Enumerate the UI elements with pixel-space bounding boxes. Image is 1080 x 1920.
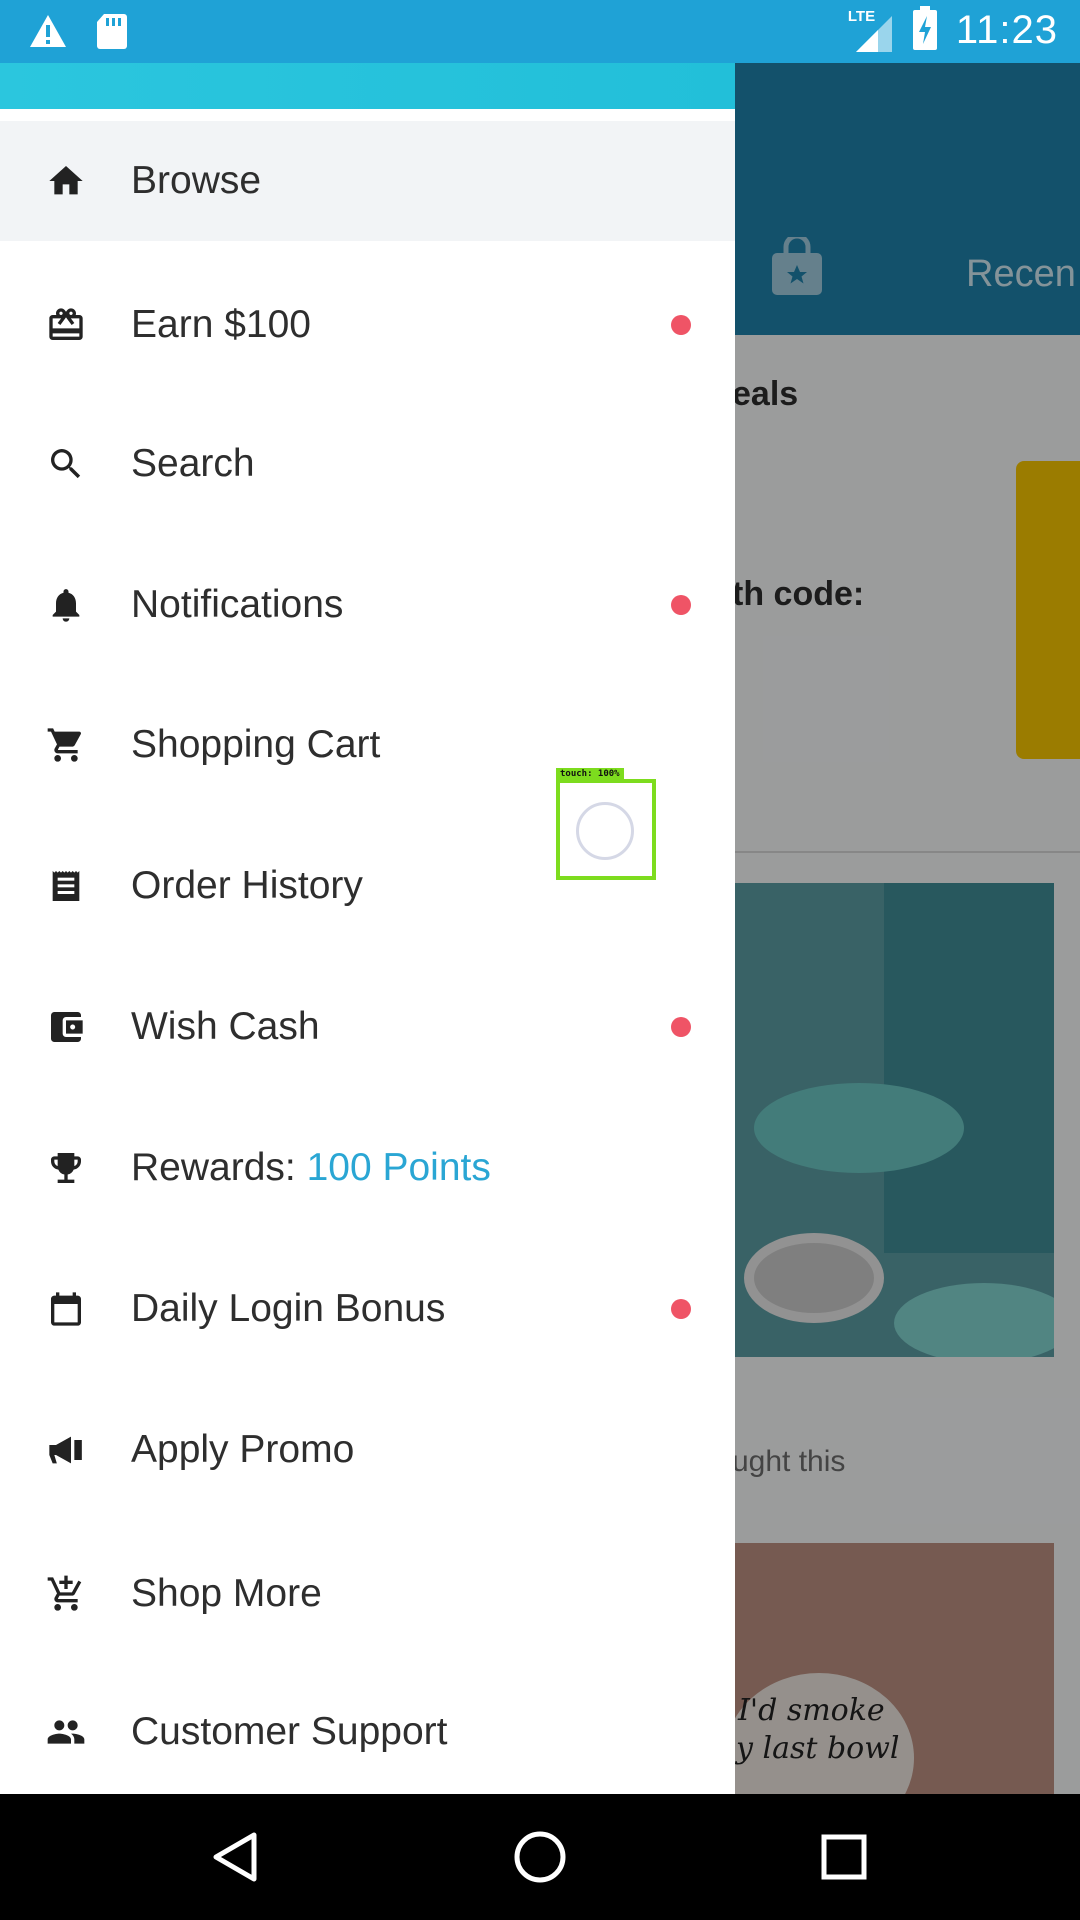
notification-dot bbox=[671, 1299, 691, 1319]
menu-item-wish-cash[interactable]: Wish Cash bbox=[0, 967, 735, 1087]
menu-item-earn[interactable]: Earn $100 bbox=[0, 265, 735, 385]
menu-item-label: Order History bbox=[131, 864, 363, 907]
menu-item-label: Wish Cash bbox=[131, 1005, 320, 1048]
menu-item-label: Daily Login Bonus bbox=[131, 1287, 446, 1330]
home-circle-icon[interactable] bbox=[507, 1824, 573, 1890]
sd-card-icon bbox=[96, 12, 128, 55]
warning-icon bbox=[28, 13, 68, 54]
menu-item-label: Customer Support bbox=[131, 1710, 448, 1753]
back-icon[interactable] bbox=[202, 1824, 268, 1890]
menu-item-label: Search bbox=[131, 442, 255, 485]
drawer-header bbox=[0, 63, 735, 109]
menu-item-search[interactable]: Search bbox=[0, 404, 735, 524]
calendar-icon bbox=[44, 1287, 88, 1331]
menu-item-label: Notifications bbox=[131, 583, 344, 626]
status-bar: LTE 11:23 bbox=[0, 0, 1080, 63]
menu-item-shop-more[interactable]: Shop More bbox=[0, 1534, 735, 1654]
menu-item-customer-support[interactable]: Customer Support bbox=[0, 1672, 735, 1792]
menu-item-apply-promo[interactable]: Apply Promo bbox=[0, 1390, 735, 1510]
system-nav-bar bbox=[0, 1794, 1080, 1920]
notification-dot bbox=[671, 595, 691, 615]
home-icon bbox=[44, 159, 88, 203]
bell-icon bbox=[44, 583, 88, 627]
people-icon bbox=[44, 1710, 88, 1754]
notification-dot bbox=[671, 315, 691, 335]
menu-item-browse[interactable]: Browse bbox=[0, 121, 735, 241]
trophy-icon bbox=[44, 1146, 88, 1190]
touch-ripple bbox=[576, 802, 634, 860]
notification-dot bbox=[671, 1017, 691, 1037]
menu-item-label: Rewards: 100 Points bbox=[131, 1146, 491, 1190]
gift-icon bbox=[44, 303, 88, 347]
menu-item-label: Shopping Cart bbox=[131, 723, 381, 766]
menu-item-label: Earn $100 bbox=[131, 303, 311, 346]
search-icon bbox=[44, 442, 88, 486]
wallet-icon bbox=[44, 1005, 88, 1049]
cart-icon bbox=[44, 723, 88, 767]
receipt-icon bbox=[44, 864, 88, 908]
megaphone-icon bbox=[44, 1428, 88, 1472]
signal-icon: LTE bbox=[848, 8, 894, 54]
menu-item-label: Browse bbox=[131, 159, 262, 202]
rewards-points: 100 Points bbox=[306, 1146, 491, 1189]
menu-item-label: Apply Promo bbox=[131, 1428, 355, 1471]
clock: 11:23 bbox=[955, 8, 1058, 52]
menu-item-daily-login-bonus[interactable]: Daily Login Bonus bbox=[0, 1249, 735, 1369]
menu-item-rewards[interactable]: Rewards: 100 Points bbox=[0, 1108, 735, 1228]
rewards-label: Rewards: bbox=[131, 1146, 307, 1189]
menu-item-label: Shop More bbox=[131, 1572, 322, 1615]
cart-plus-icon bbox=[44, 1572, 88, 1616]
menu-item-notifications[interactable]: Notifications bbox=[0, 545, 735, 665]
navigation-drawer: Browse Earn $100 Search Notifications Sh… bbox=[0, 63, 735, 1794]
recents-icon[interactable] bbox=[811, 1824, 877, 1890]
battery-charging-icon bbox=[912, 6, 938, 55]
